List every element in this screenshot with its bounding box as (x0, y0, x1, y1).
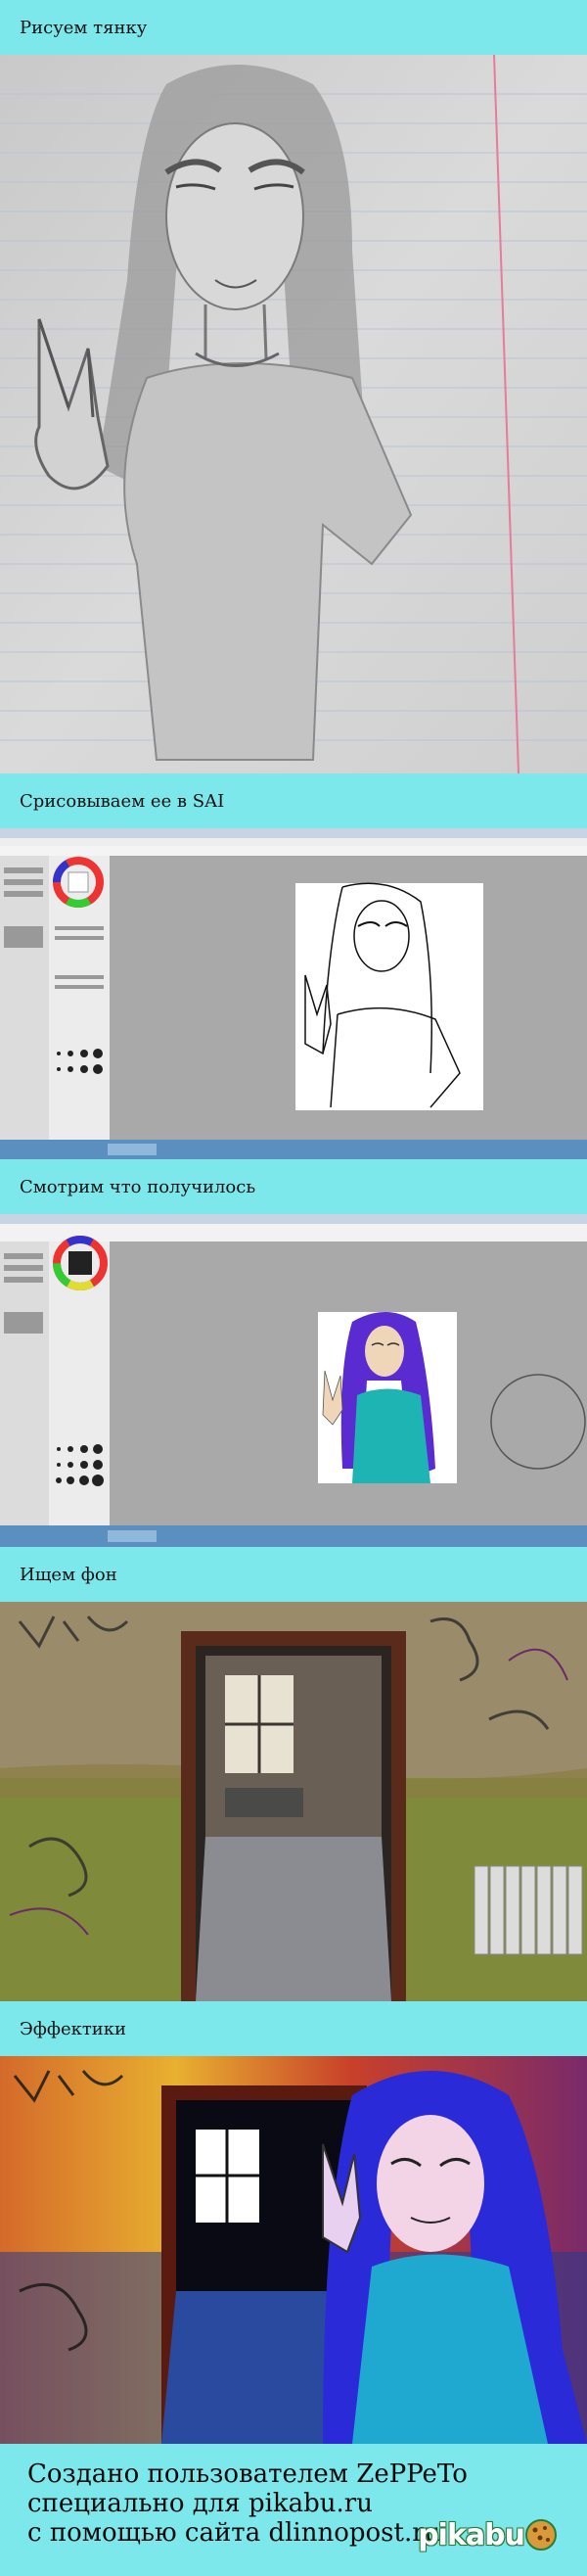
sketch-photo (0, 55, 587, 773)
caption-step5: Эффектики (20, 2018, 127, 2039)
footer: Создано пользователем ZePPeTo специально… (0, 2444, 587, 2576)
sai-window-image (0, 828, 587, 1159)
sai-result-image (0, 1214, 587, 1547)
footer-author-line: Создано пользователем ZePPeTo (27, 2459, 468, 2489)
graffiti-doorway-image (0, 1602, 587, 2001)
sketch-paper-image (0, 55, 587, 773)
sai-colored-screenshot (0, 1214, 587, 1547)
footer-site-line: специально для pikabu.ru (27, 2489, 373, 2518)
long-post: Рисуем тянку Срисовываем ее в SAI Смотри… (0, 0, 587, 2576)
caption-step4: Ищем фон (20, 1564, 117, 1585)
caption-step1: Рисуем тянку (20, 17, 148, 38)
caption-step2: Срисовываем ее в SAI (20, 790, 225, 812)
pikabu-logo[interactable]: pikabu (418, 2515, 558, 2554)
background-photo (0, 1602, 587, 2001)
effects-result-image (0, 2056, 587, 2444)
logo-text: pikabu (418, 2517, 525, 2553)
caption-step3: Смотрим что получилось (20, 1176, 256, 1197)
final-composite (0, 2056, 587, 2444)
cookie-icon (525, 2519, 557, 2551)
sai-lineart-screenshot (0, 828, 587, 1159)
